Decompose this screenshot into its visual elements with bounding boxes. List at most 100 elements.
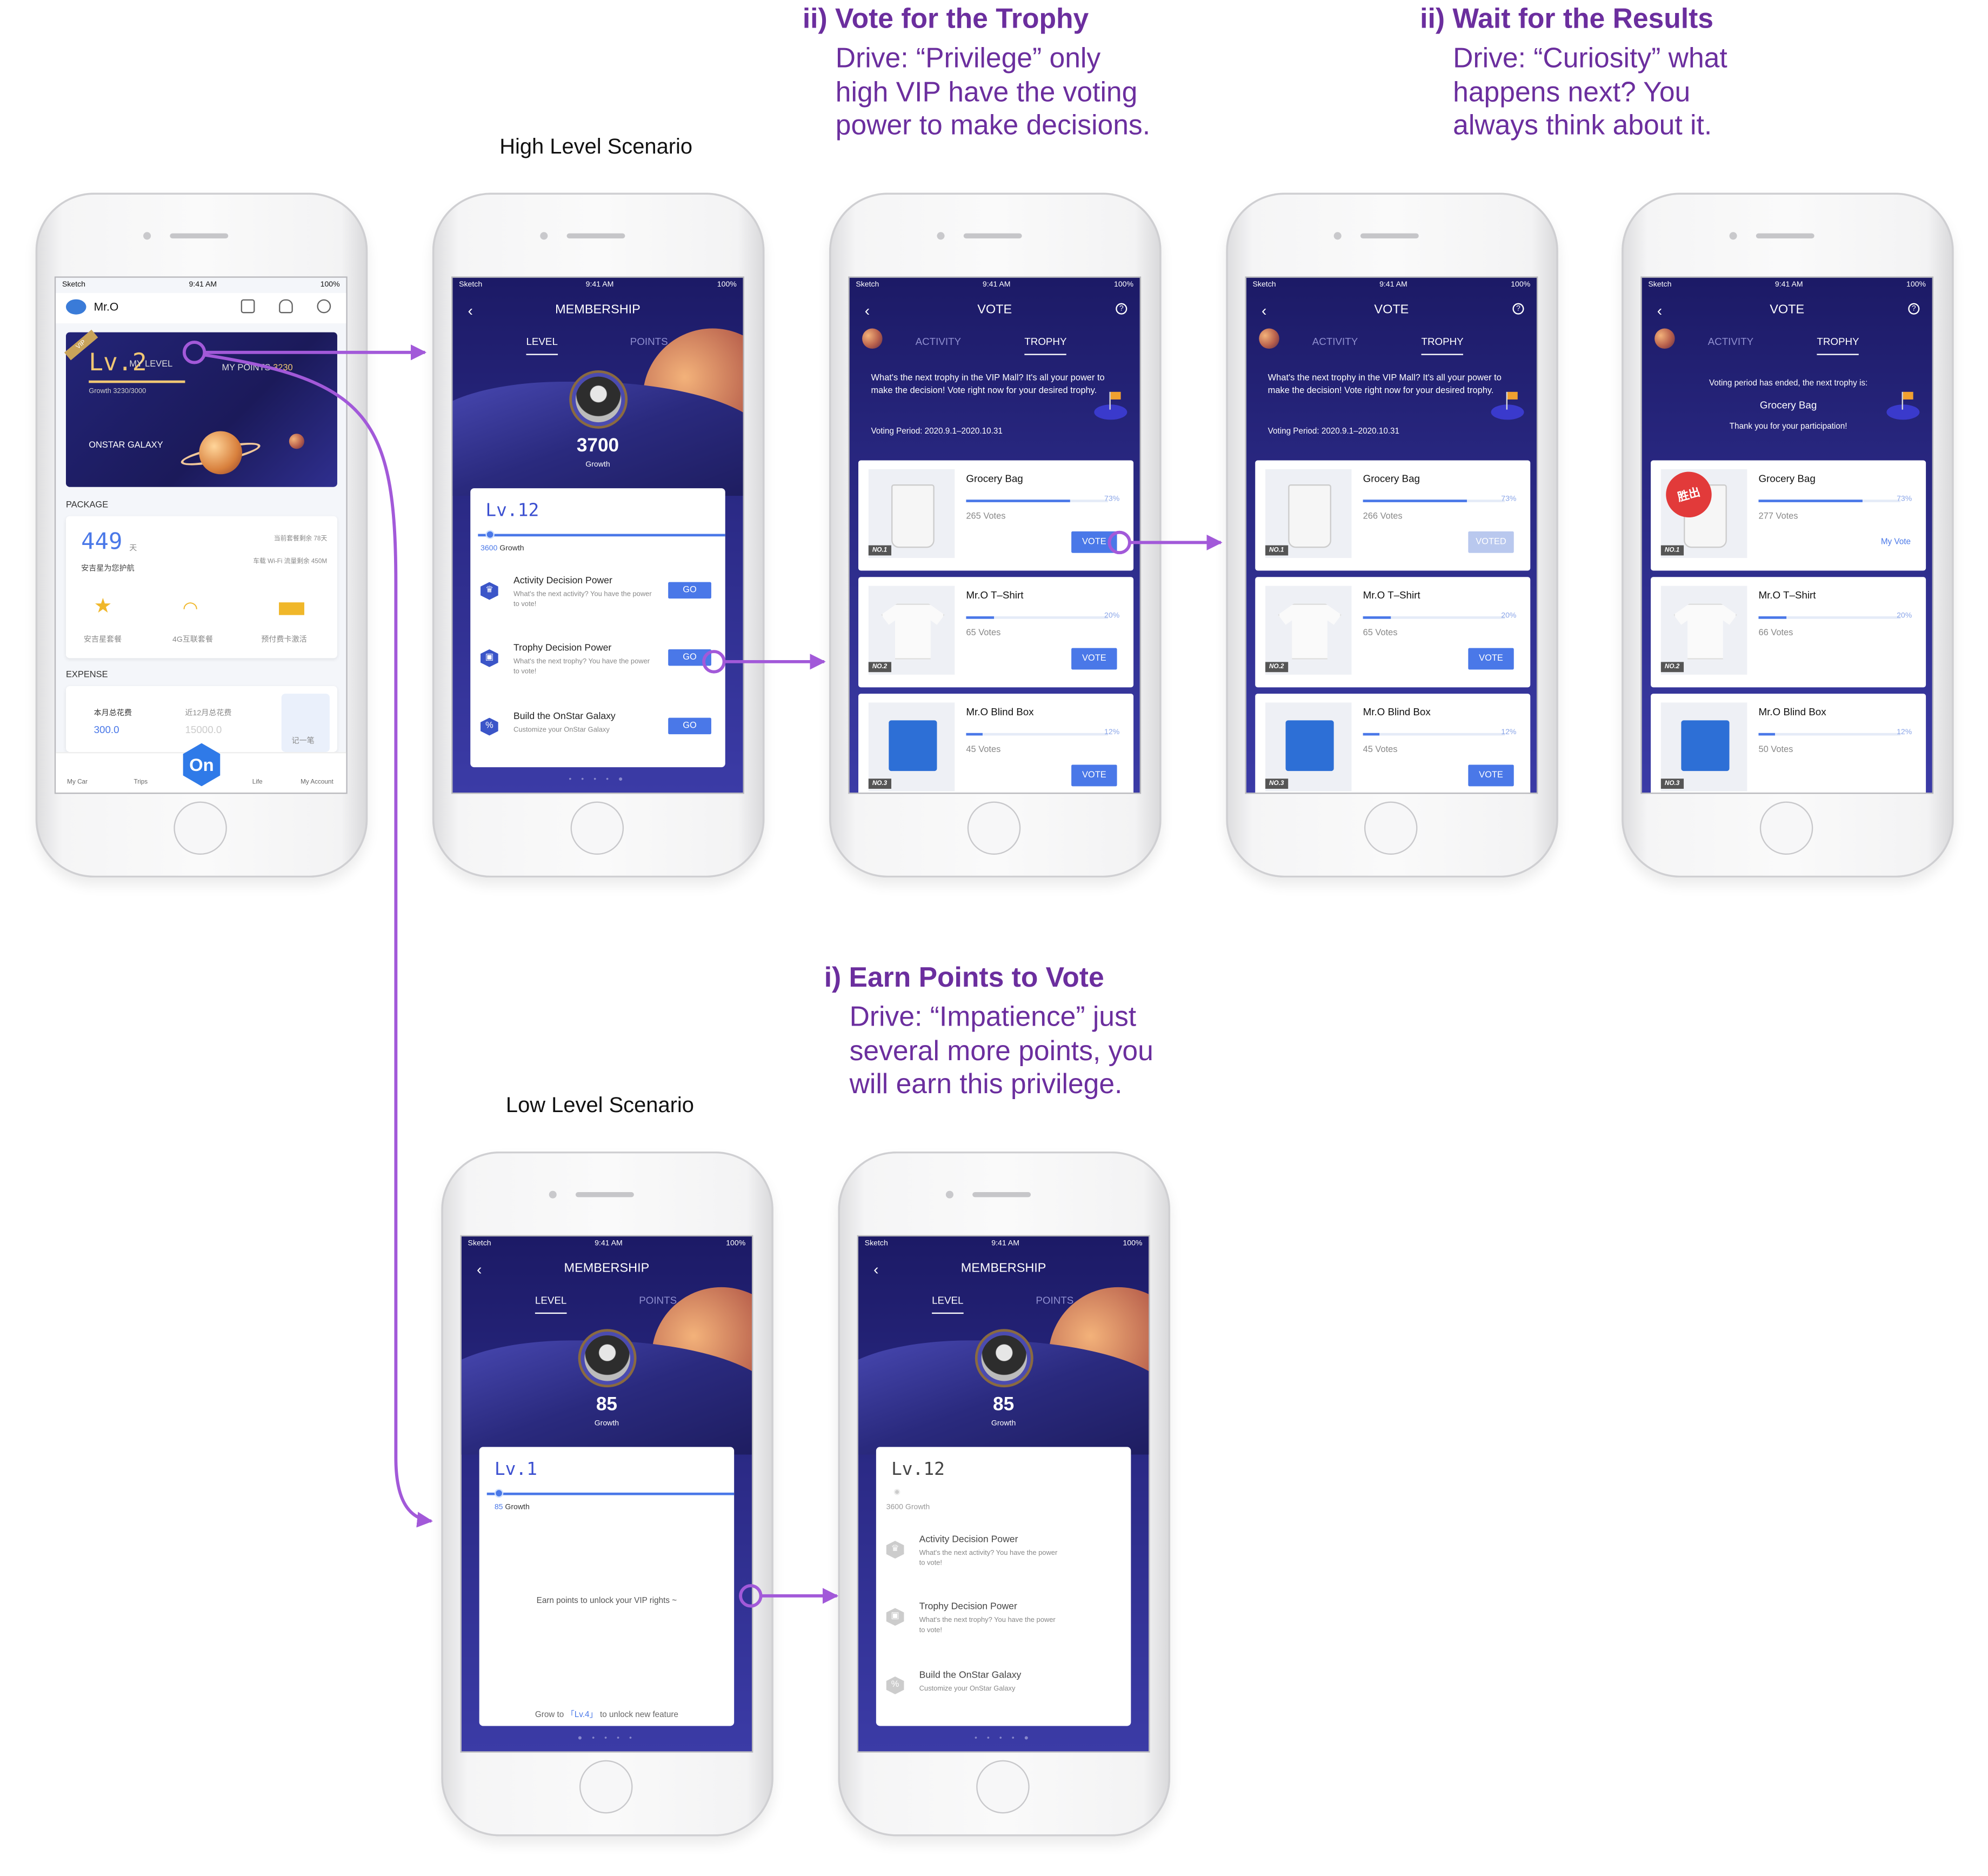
trophy-item: NO.3 Mr.O Blind Box 12% 45 Votes VOTE — [1255, 694, 1531, 793]
vote-count: 265 Votes — [966, 512, 1006, 522]
tab-points[interactable]: POINTS — [1036, 1295, 1073, 1306]
package-item[interactable]: 安吉星套餐 — [84, 633, 122, 644]
package-card[interactable]: 449 天 安吉星为您护航 当前套餐剩余 78天 车载 Wi-Fi 流量剩余 4… — [65, 516, 337, 658]
power-desc: Customize your OnStar Galaxy — [513, 727, 610, 735]
go-button[interactable]: GO — [668, 717, 711, 735]
tab-trophy[interactable]: TROPHY — [1421, 336, 1464, 355]
tab-activity[interactable]: ACTIVITY — [1708, 336, 1753, 348]
tab-trophy[interactable]: TROPHY — [1024, 336, 1068, 355]
home-button[interactable] — [1759, 801, 1813, 855]
battery: 100% — [1511, 281, 1531, 289]
scan-icon[interactable] — [241, 299, 255, 314]
vote-count: 66 Votes — [1758, 629, 1793, 638]
days-caption: 安吉星为您护航 — [81, 566, 135, 574]
level-progress — [89, 380, 185, 383]
galaxy-icon: % — [481, 717, 498, 736]
growth-text: 85 Growth — [495, 1504, 530, 1512]
tab-my-car[interactable]: My Car — [58, 779, 96, 786]
tab-points[interactable]: POINTS — [639, 1295, 677, 1306]
vote-fill — [1758, 616, 1787, 619]
tab-activity[interactable]: ACTIVITY — [916, 336, 961, 348]
trophy-item: NO.2 Mr.O T–Shirt 20% 66 Votes — [1651, 577, 1926, 688]
item-image: NO.3 — [1660, 702, 1747, 791]
scenario-high-label: High Level Scenario — [499, 134, 693, 159]
speaker — [170, 233, 229, 238]
vote-button[interactable]: VOTE — [1071, 764, 1117, 787]
growth-label: Growth — [905, 1504, 930, 1512]
battery: 100% — [717, 281, 737, 289]
growth-label: Growth — [594, 1420, 619, 1428]
vote-button[interactable]: VOTE — [1071, 531, 1117, 553]
tab-level[interactable]: LEVEL — [535, 1295, 566, 1314]
my-level-label: MY LEVEL — [129, 360, 173, 369]
avatar[interactable] — [65, 299, 86, 315]
speaker — [972, 1192, 1031, 1198]
vote-count: 65 Votes — [1363, 629, 1398, 638]
vote-button[interactable]: VOTE — [1468, 648, 1514, 670]
grow-hint-post: to unlock new feature — [599, 1711, 678, 1720]
tab-level[interactable]: LEVEL — [526, 336, 558, 355]
flag-icon — [1094, 391, 1128, 420]
tab-activity[interactable]: ACTIVITY — [1312, 336, 1358, 348]
growth-label: Growth — [585, 461, 610, 469]
tab-my-account[interactable]: My Account — [292, 779, 343, 786]
tshirt-icon — [1673, 603, 1737, 660]
home-button[interactable] — [570, 801, 624, 855]
gear-icon[interactable] — [317, 299, 331, 314]
vote-button[interactable]: VOTE — [1071, 648, 1117, 670]
expense-section-title: EXPENSE — [65, 670, 108, 680]
help-icon[interactable]: ? — [1512, 303, 1524, 315]
camera — [549, 1190, 557, 1199]
home-button[interactable] — [967, 801, 1021, 855]
tab-life[interactable]: Life — [238, 779, 276, 786]
package-item[interactable]: 预付费卡激活 — [261, 633, 306, 644]
vote-percent: 20% — [1897, 612, 1912, 621]
tab-trips[interactable]: Trips — [122, 779, 159, 786]
item-name: Mr.O T–Shirt — [966, 589, 1024, 601]
star-icon[interactable]: ★ — [94, 597, 119, 618]
my-points-value: 3230 — [273, 364, 293, 373]
package-item[interactable]: 4G互联套餐 — [172, 633, 213, 644]
phone-membership-locked: Sketch 9:41 AM 100% ‹ MEMBERSHIP LEVEL POIN… — [838, 1151, 1171, 1837]
tab-points[interactable]: POINTS — [630, 336, 668, 348]
level-card[interactable]: VIP Lv.2 MY LEVEL MY POINTS 3230 Growth … — [64, 329, 337, 487]
speaker — [1360, 233, 1419, 238]
wifi-icon[interactable]: ◠ — [183, 597, 208, 618]
expense-card[interactable]: 本月总花费 300.0 近12月总花费 15000.0 记一笔 — [65, 686, 337, 752]
record-button[interactable]: 记一笔 — [281, 694, 330, 752]
vote-button[interactable]: VOTE — [1468, 764, 1514, 787]
rank-badge: NO.2 — [1265, 662, 1288, 673]
time: 9:41 AM — [1379, 281, 1407, 289]
ended-line: Voting period has ended, the next trophy… — [1709, 379, 1868, 388]
help-icon[interactable]: ? — [1116, 303, 1128, 315]
vote-percent: 73% — [1104, 496, 1120, 504]
battery: 100% — [1123, 1240, 1143, 1248]
card-icon[interactable] — [279, 602, 304, 615]
vote-percent: 12% — [1104, 729, 1120, 737]
tab-level[interactable]: LEVEL — [932, 1295, 963, 1314]
speaker — [963, 233, 1022, 238]
phone-vote: Sketch 9:41 AM 100% ‹ VOTE ? ACTIVITY TROPH… — [829, 192, 1162, 878]
growth-text: 3600 Growth — [481, 545, 524, 553]
membership-low-screen: Sketch 9:41 AM 100% ‹ MEMBERSHIP LEVEL POIN… — [460, 1235, 753, 1753]
item-name: Mr.O Blind Box — [966, 706, 1034, 718]
page-title: VOTE — [1374, 303, 1409, 317]
vote-screen: Sketch 9:41 AM 100% ‹ VOTE ? ACTIVITY TROPH… — [848, 276, 1142, 794]
vote-fill — [966, 616, 995, 619]
vote-count: 50 Votes — [1758, 746, 1793, 755]
tab-trophy[interactable]: TROPHY — [1817, 336, 1860, 355]
home-button[interactable] — [1364, 801, 1418, 855]
item-image: NO.1 — [868, 469, 955, 558]
flag-icon — [1886, 391, 1920, 420]
help-icon[interactable]: ? — [1908, 303, 1920, 315]
grow-hint-level[interactable]: 「Lv.4」 — [566, 1711, 598, 1719]
level-dot — [494, 1488, 504, 1498]
go-button[interactable]: GO — [668, 582, 711, 599]
home-button[interactable] — [976, 1760, 1030, 1814]
go-button[interactable]: GO — [668, 649, 711, 666]
package-note-days: 当前套餐剩余 78天 — [273, 535, 328, 543]
bell-icon[interactable] — [279, 299, 293, 314]
home-button[interactable] — [174, 801, 227, 855]
results-screen: Sketch 9:41 AM 100% ‹ VOTE ? ACTIVITY TROPH… — [1640, 276, 1934, 794]
home-button[interactable] — [579, 1760, 633, 1814]
